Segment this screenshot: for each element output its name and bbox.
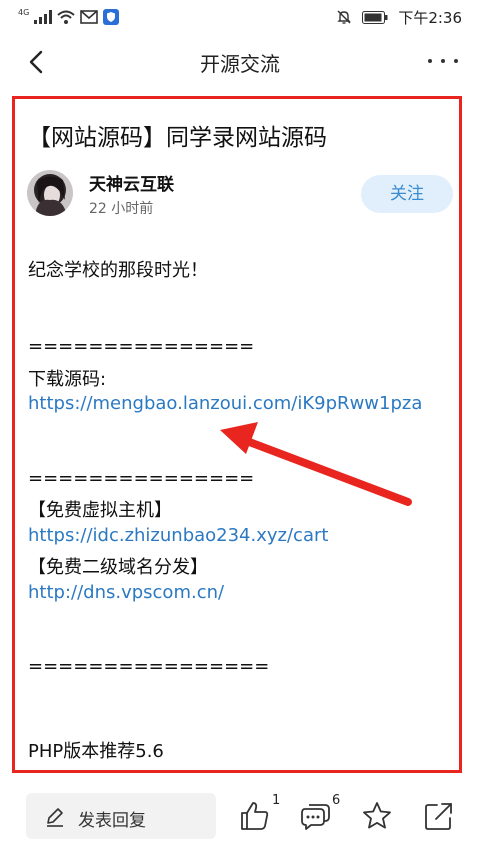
post-time: 22 小时前 (89, 201, 154, 217)
favorite-button[interactable] (360, 799, 394, 833)
signal-icon (34, 10, 53, 24)
post-intro: 纪念学校的那段时光！ (28, 260, 208, 281)
comment-icon (301, 804, 330, 830)
status-bar: 4G 下午2:36 (0, 0, 480, 34)
more-icon-dot (441, 59, 445, 63)
separator-line: =============== (28, 336, 255, 357)
pen-icon (47, 808, 63, 827)
more-icon-dot (428, 59, 432, 63)
thumbs-up-icon (241, 802, 269, 830)
like-button[interactable] (238, 799, 272, 833)
status-right: 下午2:36 (336, 7, 462, 27)
comment-count: 6 (332, 793, 341, 808)
follow-button[interactable]: 关注 (361, 175, 453, 213)
like-count: 1 (272, 793, 281, 808)
download-label: 下载源码: (28, 369, 107, 390)
share-icon (425, 803, 452, 830)
mute-bell-icon (337, 10, 352, 24)
shield-app-icon (103, 9, 120, 25)
vhost-link[interactable]: https://idc.zhizunbao234.xyz/cart (28, 525, 328, 546)
nav-bar: 开源交流 (0, 34, 480, 88)
reply-label: 发表回复 (78, 811, 146, 831)
network-type: 4G (18, 7, 30, 17)
status-left: 4G (18, 7, 120, 26)
page-title: 开源交流 (200, 52, 280, 76)
comment-button[interactable] (298, 799, 332, 833)
status-time: 下午2:36 (398, 8, 462, 27)
post-title: 【网站源码】同学录网站源码 (28, 125, 327, 151)
php-note: PHP版本推荐5.6 (28, 741, 164, 762)
domain-label: 【免费二级域名分发】 (28, 557, 208, 578)
separator-line: ================ (28, 656, 270, 677)
battery-icon (362, 10, 388, 24)
vhost-label: 【免费虚拟主机】 (28, 500, 172, 521)
wifi-icon (57, 10, 75, 24)
more-icon-dot (454, 59, 458, 63)
reply-button[interactable]: 发表回复 (26, 793, 216, 839)
avatar[interactable] (27, 170, 73, 216)
domain-link[interactable]: http://dns.vpscom.cn/ (28, 582, 224, 603)
more-button[interactable] (428, 48, 458, 74)
star-icon (363, 802, 391, 829)
annotation-arrow-icon (220, 422, 412, 506)
mail-icon (80, 10, 99, 24)
author-name[interactable]: 天神云互联 (89, 170, 174, 195)
share-button[interactable] (422, 799, 456, 833)
bottom-bar: 发表回复 1 6 (0, 785, 480, 853)
avatar-image (27, 170, 73, 216)
